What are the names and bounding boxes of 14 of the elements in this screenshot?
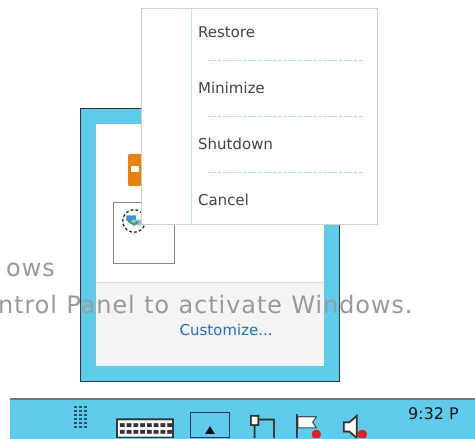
speaker-icon[interactable] xyxy=(340,414,368,438)
activation-watermark-text: ows xyxy=(6,255,56,281)
menu-item[interactable]: Restore xyxy=(198,21,362,43)
caret-up-icon xyxy=(205,426,215,434)
show-hidden-icons-button[interactable] xyxy=(190,412,230,438)
menu-item[interactable]: Shutdown xyxy=(198,133,362,155)
gripper-icon[interactable] xyxy=(74,406,89,430)
app-icon[interactable] xyxy=(128,154,142,186)
menu-item[interactable]: Cancel xyxy=(198,189,362,211)
keyboard-icon[interactable] xyxy=(116,418,174,438)
clock-time[interactable]: 9:32 P xyxy=(408,404,459,423)
menu-item[interactable]: Minimize xyxy=(198,77,362,99)
customize-link[interactable]: Customize... xyxy=(179,321,273,339)
flag-icon[interactable] xyxy=(294,414,322,438)
